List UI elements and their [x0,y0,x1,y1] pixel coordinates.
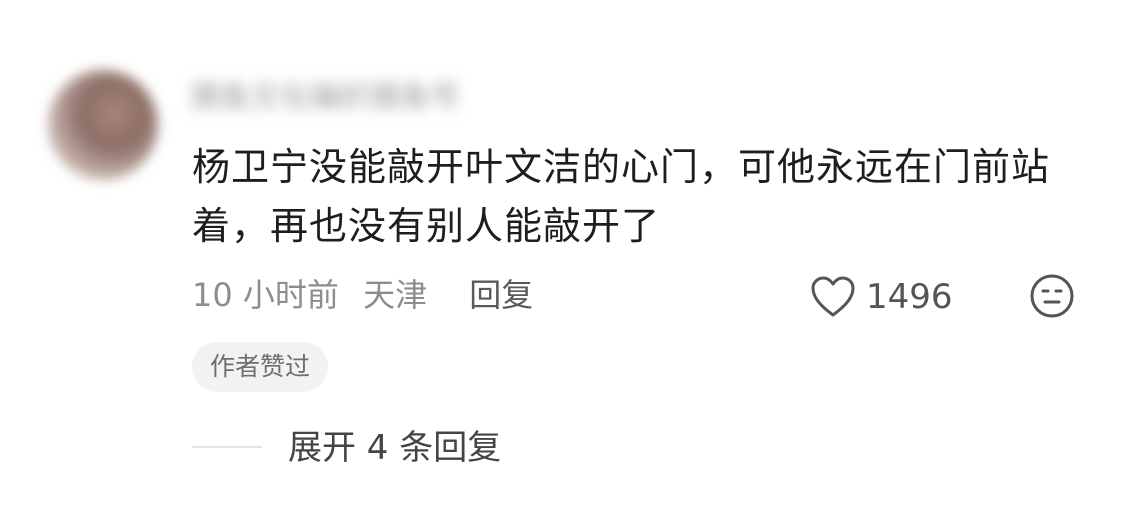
author-liked-badge: 作者赞过 [192,342,329,392]
avatar[interactable] [48,70,158,180]
username[interactable]: 摸鱼文化编织摸鱼号 [190,78,460,118]
timestamp: 10 小时前 [192,276,339,314]
like-count: 1496 [866,277,953,317]
comment-meta: 10 小时前 天津 回复 [192,270,547,320]
heart-icon [811,276,855,317]
location: 天津 [363,276,428,314]
divider [192,446,262,448]
reply-button[interactable]: 回复 [469,276,533,314]
comment-text[interactable]: 杨卫宁没能敲开叶文洁的心门，可他永远在门前站着，再也没有别人能敲开了 [192,138,1092,256]
expand-replies-button[interactable]: 展开 4 条回复 [288,423,501,473]
like-button[interactable]: 1496 [810,272,953,322]
neutral-face-icon[interactable] [1028,272,1076,320]
comment-item: 摸鱼文化编织摸鱼号 杨卫宁没能敲开叶文洁的心门，可他永远在门前站着，再也没有别人… [0,0,1125,517]
